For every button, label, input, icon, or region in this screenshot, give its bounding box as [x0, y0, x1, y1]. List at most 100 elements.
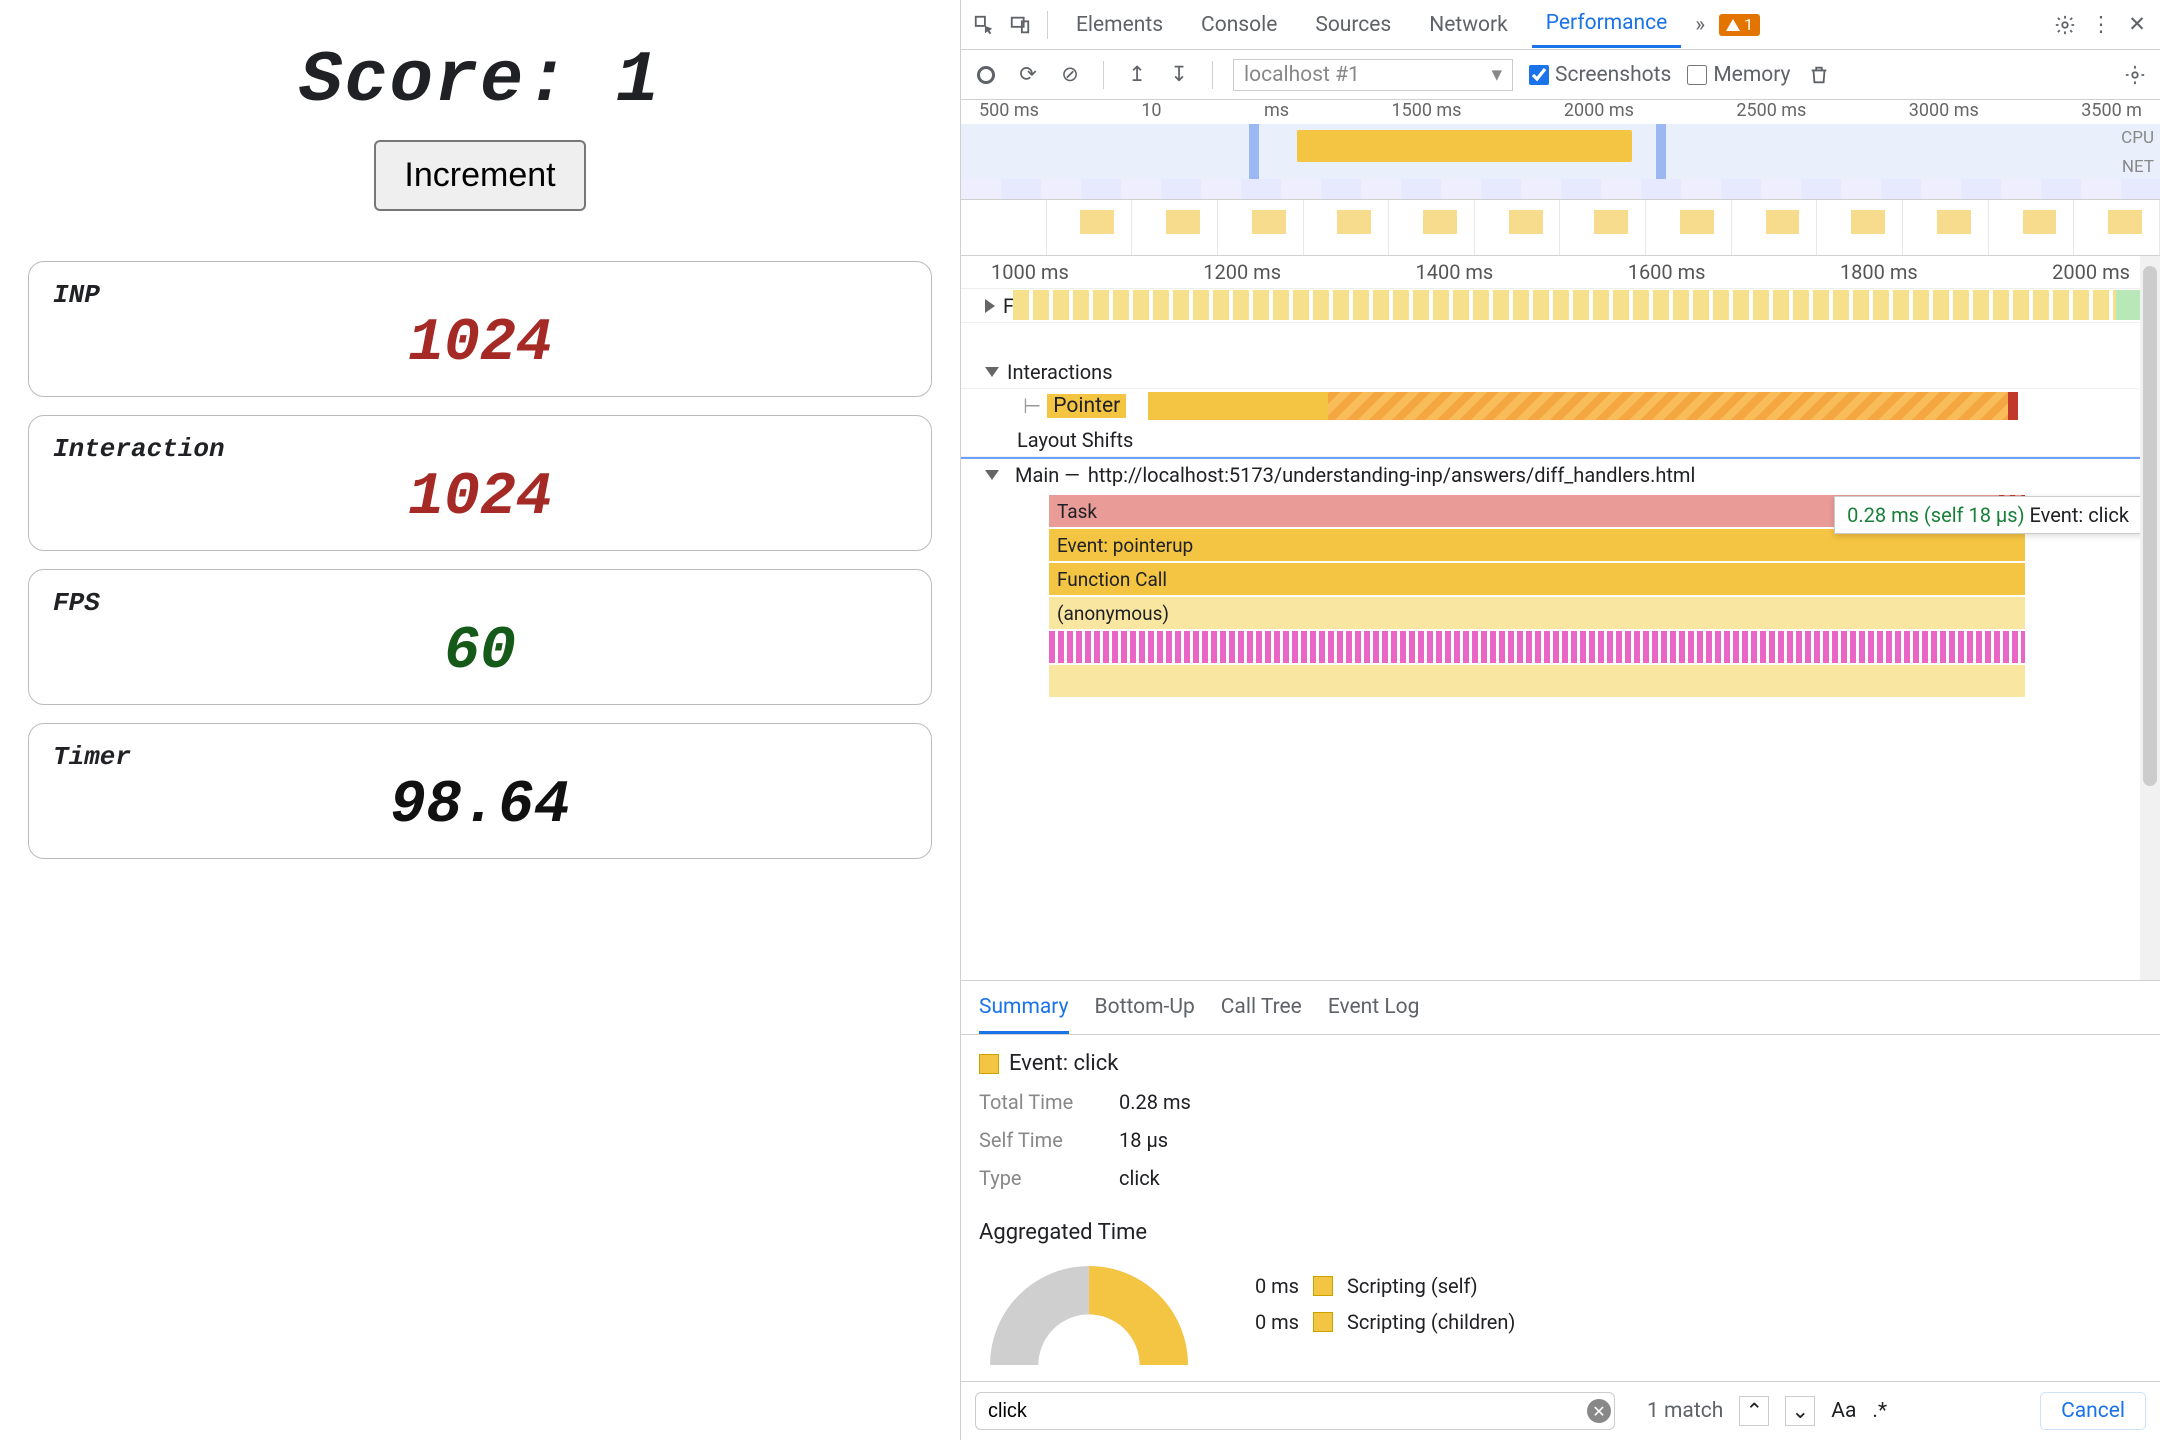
stab-call-tree[interactable]: Call Tree: [1221, 995, 1302, 1034]
metric-label: FPS: [53, 588, 907, 618]
gc-icon[interactable]: [1806, 62, 1832, 88]
profile-select[interactable]: localhost #1 ▾: [1233, 59, 1513, 91]
thumbnail[interactable]: [961, 200, 1047, 255]
screenshots-check-input[interactable]: [1529, 65, 1549, 85]
thumbnail[interactable]: [1218, 200, 1304, 255]
gear-icon[interactable]: [2052, 12, 2078, 38]
thumbnail[interactable]: [1304, 200, 1390, 255]
thumbnail[interactable]: [1903, 200, 1989, 255]
match-case-toggle[interactable]: Aa: [1831, 1399, 1856, 1423]
close-icon[interactable]: ✕: [2124, 12, 2150, 38]
score-line: Score: 1: [20, 40, 940, 122]
pointer-label[interactable]: Pointer: [1047, 394, 1126, 418]
metric-label: Interaction: [53, 434, 907, 464]
summary-body: Event: click Total Time0.28 ms Self Time…: [961, 1035, 2160, 1381]
clear-icon[interactable]: ⊘: [1057, 62, 1083, 88]
tab-performance[interactable]: Performance: [1532, 1, 1681, 48]
memory-checkbox[interactable]: Memory: [1687, 63, 1790, 87]
devtools-pane: Elements Console Sources Network Perform…: [960, 0, 2160, 1440]
overview-activity: [1297, 130, 1633, 162]
chevron-down-icon[interactable]: [985, 367, 999, 377]
thumbnail[interactable]: [1389, 200, 1475, 255]
thumbnail[interactable]: [1817, 200, 1903, 255]
increment-button[interactable]: Increment: [374, 140, 585, 211]
summary-event-title: Event: click: [979, 1051, 2142, 1076]
thumbnail[interactable]: [1475, 200, 1561, 255]
metric-label: INP: [53, 280, 907, 310]
thumbnail[interactable]: [1732, 200, 1818, 255]
upload-icon[interactable]: ↥: [1124, 62, 1150, 88]
track-row-layout-shifts[interactable]: Layout Shifts: [961, 423, 2160, 457]
metric-fps: FPS 60: [28, 569, 932, 705]
self-time-value: 18 µs: [1119, 1128, 1168, 1152]
metric-value: 98.64: [53, 772, 907, 840]
thumbnail[interactable]: [2074, 200, 2160, 255]
color-swatch-icon: [1313, 1276, 1333, 1296]
tab-elements[interactable]: Elements: [1062, 3, 1177, 47]
legend-row: 0 ms Scripting (self): [1239, 1274, 1515, 1298]
chevron-down-icon: ▾: [1491, 62, 1502, 87]
issues-badge[interactable]: 1: [1719, 14, 1760, 36]
stab-event-log[interactable]: Event Log: [1328, 995, 1420, 1034]
inspect-icon[interactable]: [971, 12, 997, 38]
thumbnail[interactable]: [1047, 200, 1133, 255]
overview-cpu-label: CPU: [2121, 128, 2154, 148]
vertical-scrollbar[interactable]: [2140, 256, 2160, 980]
gear-icon[interactable]: [2122, 62, 2148, 88]
download-icon[interactable]: ↧: [1166, 62, 1192, 88]
metric-value: 1024: [53, 310, 907, 378]
stab-bottom-up[interactable]: Bottom-Up: [1095, 995, 1195, 1034]
reload-icon[interactable]: ⟳: [1015, 62, 1041, 88]
chevron-right-icon[interactable]: [985, 299, 995, 313]
overview-net-label: NET: [2122, 157, 2154, 177]
color-swatch-icon: [979, 1054, 999, 1074]
frames-visual: [1013, 290, 2146, 320]
tab-sources[interactable]: Sources: [1301, 3, 1405, 47]
divider: [1047, 11, 1048, 39]
pointer-bar[interactable]: [1148, 392, 2018, 420]
legend-row: 0 ms Scripting (children): [1239, 1310, 1515, 1334]
tabs-overflow[interactable]: »: [1691, 3, 1709, 47]
flame-function-call[interactable]: Function Call: [1049, 563, 2025, 595]
metric-label: Timer: [53, 742, 907, 772]
metric-value: 60: [53, 618, 907, 686]
memory-check-input[interactable]: [1687, 65, 1707, 85]
tab-console[interactable]: Console: [1187, 3, 1291, 47]
scrollbar-thumb[interactable]: [2143, 266, 2157, 786]
profile-select-value: localhost #1: [1244, 63, 1360, 87]
find-next-icon[interactable]: ⌄: [1785, 1396, 1815, 1426]
thumbnail[interactable]: [1989, 200, 2075, 255]
perf-overview[interactable]: 500 ms 10 ms 1500 ms 2000 ms 2500 ms 300…: [961, 100, 2160, 200]
device-toggle-icon[interactable]: [1007, 12, 1033, 38]
track-row-main[interactable]: Main — http://localhost:5173/understandi…: [961, 457, 2160, 491]
screenshots-checkbox[interactable]: Screenshots: [1529, 63, 1671, 87]
clear-input-icon[interactable]: ✕: [1587, 1399, 1611, 1423]
tab-network[interactable]: Network: [1415, 3, 1522, 47]
aggregated-title: Aggregated Time: [979, 1220, 2142, 1245]
flame-misc[interactable]: [1049, 665, 2025, 697]
thumbnail[interactable]: [1132, 200, 1218, 255]
find-bar: ✕ 1 match ⌃ ⌄ Aa .* Cancel: [961, 1381, 2160, 1440]
kebab-icon[interactable]: ⋮: [2088, 12, 2114, 38]
interactions-body: ⊢ Pointer: [1017, 389, 2160, 423]
overview-viewport[interactable]: CPU NET: [961, 124, 2160, 199]
record-icon[interactable]: [973, 62, 999, 88]
find-input[interactable]: [975, 1392, 1615, 1430]
track-row-interactions[interactable]: Interactions: [961, 355, 2160, 389]
metric-value: 1024: [53, 464, 907, 532]
stab-summary[interactable]: Summary: [979, 995, 1069, 1034]
find-prev-icon[interactable]: ⌃: [1739, 1396, 1769, 1426]
filmstrip[interactable]: [961, 200, 2160, 256]
devtools-tabbar: Elements Console Sources Network Perform…: [961, 0, 2160, 50]
flame-layout[interactable]: [1049, 631, 2025, 663]
cancel-button[interactable]: Cancel: [2040, 1392, 2146, 1430]
overview-net-strip: [961, 179, 2160, 199]
score-label: Score:: [299, 40, 570, 122]
thumbnail[interactable]: [1646, 200, 1732, 255]
flame-anonymous[interactable]: (anonymous): [1049, 597, 2025, 629]
flame-chart[interactable]: 1000 ms 1200 ms 1400 ms 1600 ms 1800 ms …: [961, 256, 2160, 981]
regex-toggle[interactable]: .*: [1872, 1399, 1887, 1423]
thumbnail[interactable]: [1560, 200, 1646, 255]
overview-ticks: 500 ms 10 ms 1500 ms 2000 ms 2500 ms 300…: [961, 100, 2160, 121]
chevron-down-icon[interactable]: [985, 470, 999, 480]
